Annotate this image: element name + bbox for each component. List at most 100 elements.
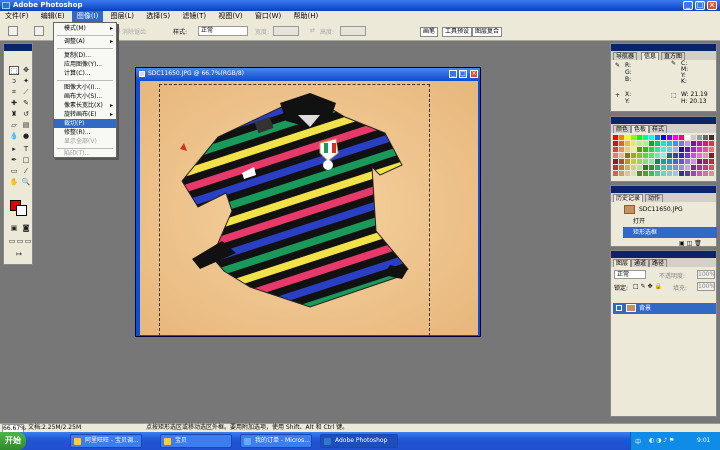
menu-item-image-size[interactable]: 图像大小(I)...	[54, 83, 116, 92]
ime-indicator[interactable]: 中	[635, 437, 641, 446]
layer-row-background[interactable]: 背景	[613, 303, 716, 314]
menu-window[interactable]: 窗口(W)	[250, 11, 286, 22]
background-color-swatch[interactable]	[16, 205, 27, 216]
doc-maximize-button[interactable]: □	[459, 70, 467, 78]
history-item-marquee[interactable]: 矩形选框	[623, 227, 717, 238]
tab-paths[interactable]: 路径	[649, 259, 668, 267]
menu-item-canvas-size[interactable]: 画布大小(S)...	[54, 92, 116, 101]
rectangular-marquee-selection[interactable]	[159, 84, 430, 335]
task-browser[interactable]: 我的订单 - Micros...	[240, 434, 312, 448]
doc-close-button[interactable]: ×	[470, 70, 478, 78]
brush-tool-icon[interactable]: ✎	[21, 99, 31, 108]
jump-to-imageready-icon[interactable]: ↦	[14, 250, 24, 259]
dodge-tool-icon[interactable]: ●	[21, 132, 31, 141]
slice-tool-icon[interactable]: ⟋	[21, 88, 31, 97]
layer-comps-well-tab[interactable]: 图层复合	[472, 27, 503, 37]
menu-edit[interactable]: 编辑(E)	[36, 11, 70, 22]
image-canvas[interactable]	[140, 81, 478, 335]
zoom-tool-icon[interactable]: 🔍	[21, 178, 31, 187]
menu-item-crop[interactable]: 裁切(P)	[54, 119, 116, 128]
menu-item-adjustments[interactable]: 调整(A) ▸	[54, 37, 116, 46]
task-wangwang[interactable]: 阿里旺旺 - 宝贝调...	[70, 434, 142, 448]
crop-tool-icon[interactable]: ⌗	[9, 88, 19, 97]
menu-layer[interactable]: 图层(L)	[106, 11, 139, 22]
lasso-tool-icon[interactable]: ↄ	[9, 77, 19, 86]
tab-swatches[interactable]: 色板	[631, 125, 650, 133]
menu-image[interactable]: 图像(I)	[71, 11, 104, 22]
stamp-tool-icon[interactable]: ♜	[9, 110, 19, 119]
hand-tool-icon[interactable]: ✋	[9, 178, 19, 187]
tab-info[interactable]: 信息	[641, 52, 660, 60]
menu-item-apply-image[interactable]: 应用图像(Y)...	[54, 60, 116, 69]
blend-mode-select[interactable]: 正常	[614, 270, 646, 279]
move-tool-icon[interactable]: ✥	[21, 66, 31, 75]
brushes-well-tab[interactable]: 画笔	[420, 27, 439, 37]
lock-icons[interactable]: □ ✎ ✥ 🔒	[633, 283, 662, 290]
fill-field[interactable]: 100%	[697, 282, 715, 291]
eyedropper-icon[interactable]: ⁄	[21, 167, 31, 176]
close-button[interactable]: ×	[707, 1, 717, 10]
pen-tool-icon[interactable]: ✒	[9, 156, 19, 165]
healing-brush-icon[interactable]: ✚	[9, 99, 19, 108]
marquee-tool-preset-icon[interactable]	[8, 26, 18, 36]
tab-layers[interactable]: 图层	[613, 259, 632, 267]
status-hint: 点按矩形选区或移动选区外框。要用附加选项，使用 Shift、Alt 和 Ctrl…	[146, 424, 349, 431]
height-field[interactable]	[340, 26, 366, 36]
eraser-tool-icon[interactable]: ▱	[9, 121, 19, 130]
menu-view[interactable]: 视图(V)	[213, 11, 247, 22]
tab-styles[interactable]: 样式	[649, 125, 668, 133]
history-brush-icon[interactable]: ↺	[21, 110, 31, 119]
gradient-tool-icon[interactable]: ▤	[21, 121, 31, 130]
history-panel-buttons[interactable]: ▣ ◫ 🗑	[679, 240, 702, 247]
marquee-tool-icon[interactable]: ⬚	[9, 66, 19, 75]
screen-mode-3-icon[interactable]: ▭	[23, 237, 33, 246]
swatch-grid[interactable]	[612, 134, 717, 180]
menu-select[interactable]: 选择(S)	[141, 11, 175, 22]
tray-icons[interactable]: ◐ ◑ ♪ ⚑	[649, 437, 674, 444]
standard-mode-icon[interactable]: ▣	[9, 224, 19, 233]
maximize-button[interactable]: □	[695, 1, 705, 10]
tab-color[interactable]: 颜色	[613, 125, 632, 133]
type-tool-icon[interactable]: T	[21, 145, 31, 154]
swap-icon[interactable]: ⇄	[310, 27, 315, 34]
quickmask-mode-icon[interactable]: ◙	[21, 224, 31, 233]
style-select[interactable]: 正常	[198, 26, 248, 36]
eye-icon[interactable]	[616, 305, 622, 311]
menu-filter[interactable]: 滤镜(T)	[177, 11, 211, 22]
start-button[interactable]: 开始	[0, 432, 26, 450]
blur-tool-icon[interactable]: 💧	[9, 132, 19, 141]
menu-item-pixel-aspect[interactable]: 像素长宽比(X) ▸	[54, 101, 116, 110]
tab-history[interactable]: 历史记录	[613, 194, 644, 202]
new-selection-icon[interactable]	[34, 26, 44, 36]
menu-help[interactable]: 帮助(H)	[288, 11, 323, 22]
tab-histogram[interactable]: 直方图	[661, 52, 686, 60]
menu-item-trap[interactable]: 陷印(T)...	[54, 149, 116, 158]
task-folder[interactable]: 宝贝	[160, 434, 232, 448]
tab-navigator[interactable]: 导航器	[613, 52, 638, 60]
tab-channels[interactable]: 通道	[631, 259, 650, 267]
minimize-button[interactable]: _	[683, 1, 693, 10]
color-swatch	[637, 159, 642, 164]
color-swatch	[709, 135, 714, 140]
menu-item-trim[interactable]: 修整(R)...	[54, 128, 116, 137]
menu-item-duplicate[interactable]: 复制(D)...	[54, 51, 116, 60]
snapshot-name[interactable]: SDC11650.JPG	[639, 206, 683, 213]
menu-item-mode[interactable]: 模式(M) ▸	[54, 24, 116, 33]
task-photoshop[interactable]: Adobe Photoshop	[320, 434, 398, 448]
tool-presets-well-tab[interactable]: 工具预设	[442, 27, 473, 37]
menu-item-calculations[interactable]: 计算(C)...	[54, 69, 116, 78]
tab-actions[interactable]: 动作	[645, 194, 664, 202]
wangwang-icon	[74, 438, 81, 445]
opacity-field[interactable]: 100%	[697, 270, 715, 279]
color-swatch	[661, 147, 666, 152]
doc-minimize-button[interactable]: _	[449, 70, 457, 78]
history-item-open[interactable]: 打开	[623, 216, 717, 227]
menu-file[interactable]: 文件(F)	[0, 11, 34, 22]
path-select-icon[interactable]: ▸	[9, 145, 19, 154]
menu-item-reveal-all[interactable]: 显示全部(V)	[54, 137, 116, 146]
notes-tool-icon[interactable]: ▭	[9, 167, 19, 176]
magic-wand-icon[interactable]: ✦	[21, 77, 31, 86]
menu-item-rotate-canvas[interactable]: 旋转画布(E) ▸	[54, 110, 116, 119]
shape-tool-icon[interactable]: □	[21, 156, 31, 165]
width-field[interactable]	[273, 26, 299, 36]
